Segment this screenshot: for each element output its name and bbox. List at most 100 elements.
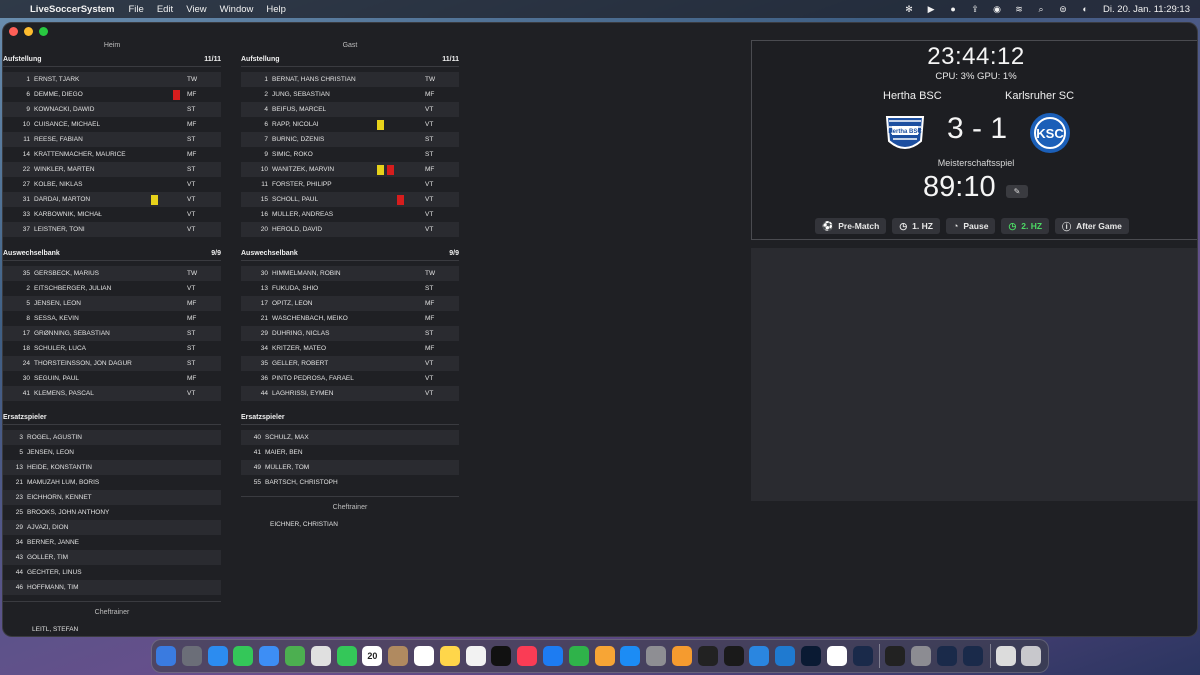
player-row[interactable]: 34 BERNER, JANNE: [3, 535, 221, 550]
player-row[interactable]: 33 KARBOWNIK, MICHAŁ VT: [3, 207, 221, 222]
control-center-icon[interactable]: ⊜: [1057, 3, 1069, 15]
player-row[interactable]: 22 WINKLER, MARTEN ST: [3, 162, 221, 177]
first-half-button[interactable]: ◷ 1. HZ: [892, 218, 940, 234]
player-row[interactable]: 13 FUKUDA, SHIO ST: [241, 281, 459, 296]
player-row[interactable]: 20 HEROLD, DAVID VT: [241, 222, 459, 237]
downloads-icon[interactable]: [995, 646, 1016, 666]
keynote-icon[interactable]: [542, 646, 563, 666]
player-row[interactable]: 40 SCHULZ, MAX: [241, 430, 459, 445]
player-row[interactable]: 21 WÄSCHENBACH, MEIKO MF: [241, 311, 459, 326]
player-row[interactable]: 46 HOFFMANN, TIM: [3, 580, 221, 595]
calendar-icon[interactable]: 20: [362, 646, 383, 666]
pause-button[interactable]: ◔ Pause: [945, 218, 996, 234]
player-row[interactable]: 25 BROOKS, JOHN ANTHONY: [3, 505, 221, 520]
player-row[interactable]: 55 BARTSCH, CHRISTOPH: [241, 475, 459, 490]
facetime-icon[interactable]: [336, 646, 357, 666]
player-row[interactable]: 4 BEIFUS, MARCEL VT: [241, 102, 459, 117]
player-row[interactable]: 14 KRATTENMACHER, MAURICE MF: [3, 147, 221, 162]
person-icon[interactable]: ●: [947, 3, 959, 15]
player-row[interactable]: 18 SCHULER, LUCA ST: [3, 341, 221, 356]
trash-icon[interactable]: [1021, 646, 1042, 666]
maps-icon[interactable]: [284, 646, 305, 666]
player-row[interactable]: 31 DÁRDAI, MÁRTON VT: [3, 192, 221, 207]
player-row[interactable]: 8 SESSA, KEVIN MF: [3, 311, 221, 326]
user-circle-icon[interactable]: ◉: [991, 3, 1003, 15]
player-row[interactable]: 17 GRØNNING, SEBASTIAN ST: [3, 326, 221, 341]
launchpad-icon[interactable]: [181, 646, 202, 666]
player-row[interactable]: 3 ROGEL, AGUSTÍN: [3, 430, 221, 445]
edit-time-button[interactable]: ✎: [1006, 185, 1028, 198]
player-row[interactable]: 23 EICHHORN, KENNET: [3, 490, 221, 505]
menu-view[interactable]: View: [186, 4, 206, 15]
disk-utility-icon[interactable]: [911, 646, 932, 666]
home-coach-name[interactable]: LEITL, STEFAN: [3, 626, 221, 633]
player-row[interactable]: 9 ŠIMIĆ, ROKO ST: [241, 147, 459, 162]
photos-icon[interactable]: [310, 646, 331, 666]
vscode-icon[interactable]: [775, 646, 796, 666]
player-row[interactable]: 44 LAGHRISSI, EYMEN VT: [241, 386, 459, 401]
player-row[interactable]: 35 GELLER, ROBERT VT: [241, 356, 459, 371]
gear-icon[interactable]: ✻: [903, 3, 915, 15]
second-half-button[interactable]: ◷ 2. HZ: [1001, 218, 1050, 234]
player-row[interactable]: 10 WANITZEK, MARVIN MF: [241, 162, 459, 177]
player-row[interactable]: 35 GERSBECK, MARIUS TW: [3, 266, 221, 281]
xcode-icon[interactable]: [749, 646, 770, 666]
finder-icon[interactable]: [156, 646, 176, 666]
wifi-icon[interactable]: ≋: [1013, 3, 1025, 15]
player-row[interactable]: 11 REESE, FABIAN ST: [3, 132, 221, 147]
player-row[interactable]: 7 BURNIĆ, DŽENIS ST: [241, 132, 459, 147]
zoom-button[interactable]: [39, 27, 48, 36]
capcut-icon[interactable]: [697, 646, 718, 666]
contacts-icon[interactable]: [388, 646, 409, 666]
player-row[interactable]: 41 KLEMENS, PASCAL VT: [3, 386, 221, 401]
player-row[interactable]: 29 AJVAZI, DION: [3, 520, 221, 535]
player-row[interactable]: 44 GECHTER, LINUS: [3, 565, 221, 580]
player-row[interactable]: 30 SEGUIN, PAUL MF: [3, 371, 221, 386]
music-icon[interactable]: [517, 646, 538, 666]
player-row[interactable]: 9 KOWNACKI, DAWID ST: [3, 102, 221, 117]
player-row[interactable]: 36 PINTO PEDROSA, FARAEL VT: [241, 371, 459, 386]
notes-icon[interactable]: [439, 646, 460, 666]
photoshop-icon[interactable]: [800, 646, 821, 666]
player-row[interactable]: 43 GOLLER, TIM: [3, 550, 221, 565]
player-row[interactable]: 41 MAIER, BEN: [241, 445, 459, 460]
player-row[interactable]: 5 JENSEN, LEON: [3, 445, 221, 460]
away-coach-name[interactable]: EICHNER, CHRISTIAN: [241, 521, 459, 528]
player-row[interactable]: 27 KOLBE, NIKLAS VT: [3, 177, 221, 192]
player-row[interactable]: 6 RAPP, NICOLAI VT: [241, 117, 459, 132]
messages-icon[interactable]: [233, 646, 254, 666]
player-row[interactable]: 10 CUISANCE, MICHAËL MF: [3, 117, 221, 132]
menu-window[interactable]: Window: [220, 4, 254, 15]
menu-edit[interactable]: Edit: [157, 4, 173, 15]
affinity-icon[interactable]: [723, 646, 744, 666]
minimize-button[interactable]: [24, 27, 33, 36]
chrome-icon[interactable]: [826, 646, 847, 666]
player-row[interactable]: 16 MÜLLER, ANDREAS VT: [241, 207, 459, 222]
player-row[interactable]: 6 DEMME, DIEGO MF: [3, 87, 221, 102]
close-button[interactable]: [9, 27, 18, 36]
menu-help[interactable]: Help: [266, 4, 286, 15]
app-store-icon[interactable]: [620, 646, 641, 666]
tv-icon[interactable]: [491, 646, 512, 666]
player-row[interactable]: 13 HEIDE, KONSTANTIN: [3, 460, 221, 475]
system-settings-icon[interactable]: [646, 646, 667, 666]
reminders-icon[interactable]: [413, 646, 434, 666]
player-row[interactable]: 24 THORSTEINSSON, JÓN DAGUR ST: [3, 356, 221, 371]
numbers-icon[interactable]: [568, 646, 589, 666]
soccer-app-3-icon[interactable]: [962, 646, 983, 666]
search-icon[interactable]: ⌕: [1035, 3, 1047, 15]
player-row[interactable]: 5 JENSEN, LEON MF: [3, 296, 221, 311]
player-row[interactable]: 17 OPITZ, LEON MF: [241, 296, 459, 311]
player-row[interactable]: 30 HIMMELMANN, ROBIN TW: [241, 266, 459, 281]
player-row[interactable]: 49 MÜLLER, TOM: [241, 460, 459, 475]
freeform-icon[interactable]: [465, 646, 486, 666]
upload-icon[interactable]: ⇪: [969, 3, 981, 15]
player-row[interactable]: 37 LEISTNER, TONI VT: [3, 222, 221, 237]
player-row[interactable]: 21 MAMUZAH LUM, BORIS: [3, 475, 221, 490]
player-row[interactable]: 1 ERNST, TJARK TW: [3, 72, 221, 87]
app-menu[interactable]: LiveSoccerSystem: [30, 4, 115, 15]
after-game-button[interactable]: ⓘ After Game: [1055, 218, 1129, 234]
soccer-app-icon[interactable]: [852, 646, 873, 666]
player-row[interactable]: 34 KRITZER, MATEO MF: [241, 341, 459, 356]
menu-file[interactable]: File: [129, 4, 144, 15]
